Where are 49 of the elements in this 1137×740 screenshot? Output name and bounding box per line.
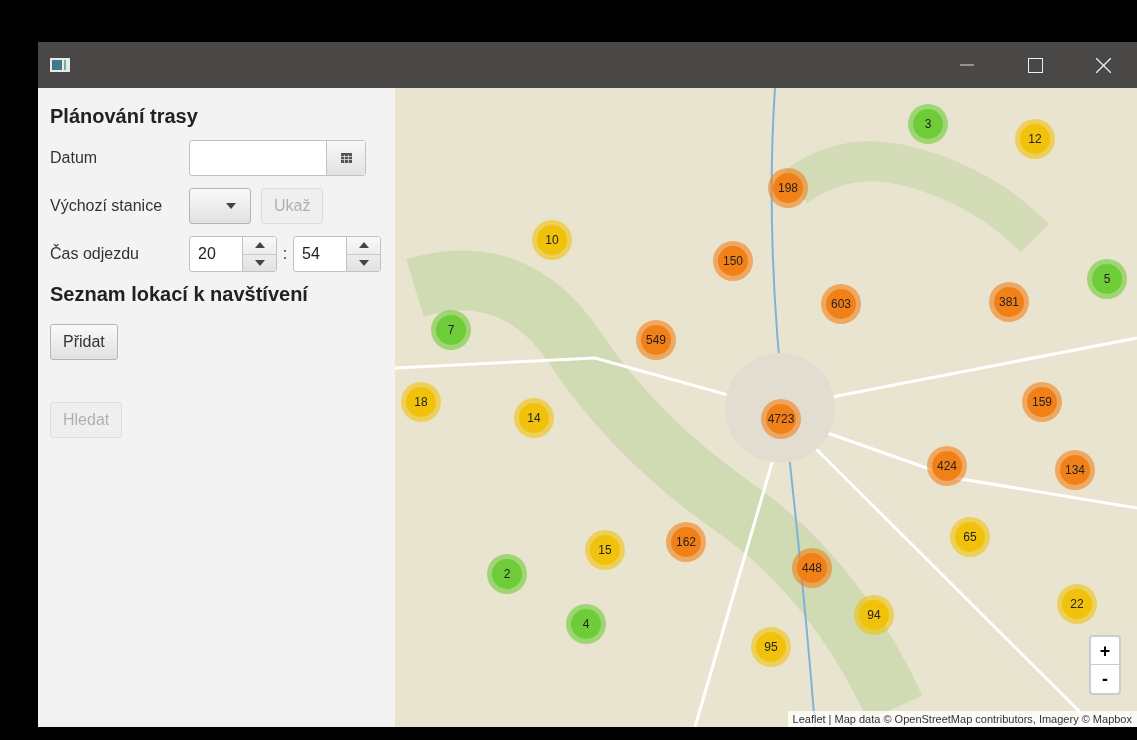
cluster-marker[interactable]: 159	[1022, 382, 1062, 422]
zoom-out-button[interactable]: -	[1091, 665, 1119, 693]
down-arrow-icon[interactable]	[254, 259, 265, 266]
cluster-marker[interactable]: 7	[431, 310, 471, 350]
station-label: Výchozí stanice	[50, 196, 164, 216]
map-view[interactable]: 3 12 198 10 150 5 603 381 7 549 18 14 159 4723 424 134 65 15 162 2 448 94 22 4 95 + - Leaflet | Map data © OpenStreetMap contributors, Imagery © Mapbox	[395, 88, 1137, 727]
cluster-marker[interactable]: 198	[768, 168, 808, 208]
cluster-marker[interactable]: 162	[666, 522, 706, 562]
cluster-marker[interactable]: 95	[751, 627, 791, 667]
cluster-marker[interactable]: 12	[1015, 119, 1055, 159]
time-separator: :	[281, 244, 289, 264]
cluster-marker[interactable]: 14	[514, 398, 554, 438]
up-arrow-icon[interactable]	[358, 242, 369, 249]
cluster-marker[interactable]: 22	[1057, 584, 1097, 624]
cluster-marker[interactable]: 134	[1055, 450, 1095, 490]
caret-icon	[226, 203, 236, 209]
cluster-marker[interactable]: 381	[989, 282, 1029, 322]
app-icon	[50, 58, 70, 72]
cluster-marker[interactable]: 94	[854, 595, 894, 635]
down-arrow-icon[interactable]	[358, 259, 369, 266]
calendar-icon[interactable]	[340, 153, 352, 163]
departure-label: Čas odjezdu	[50, 243, 140, 264]
zoom-in-button[interactable]: +	[1091, 637, 1119, 665]
cluster-marker[interactable]: 18	[401, 382, 441, 422]
cluster-marker[interactable]: 4	[566, 604, 606, 644]
cluster-marker[interactable]: 150	[713, 241, 753, 281]
cluster-marker[interactable]: 448	[792, 548, 832, 588]
cluster-marker[interactable]: 549	[636, 320, 676, 360]
cluster-marker[interactable]: 15	[585, 530, 625, 570]
station-dropdown[interactable]	[189, 188, 251, 224]
cluster-marker[interactable]: 603	[821, 284, 861, 324]
panel-title: Plánování trasy	[50, 104, 199, 128]
cluster-marker[interactable]: 3	[908, 104, 948, 144]
cluster-marker[interactable]: 5	[1087, 259, 1127, 299]
hour-spinner[interactable]: 20	[189, 236, 277, 272]
cluster-marker[interactable]: 424	[927, 446, 967, 486]
locations-title: Seznam lokací k navštívení	[50, 282, 310, 306]
minimize-icon	[960, 64, 974, 66]
close-icon	[1095, 57, 1111, 73]
minute-spinner[interactable]: 54	[293, 236, 381, 272]
map-attribution: Leaflet | Map data © OpenStreetMap contributors, Imagery © Mapbox	[787, 710, 1137, 727]
cluster-marker[interactable]: 10	[532, 220, 572, 260]
maximize-icon	[1027, 57, 1043, 73]
cluster-marker[interactable]: 2	[487, 554, 527, 594]
date-label: Datum	[50, 148, 99, 168]
cluster-marker[interactable]: 65	[950, 517, 990, 557]
add-button[interactable]: Přidat	[50, 324, 118, 360]
cluster-marker[interactable]: 4723	[761, 399, 801, 439]
up-arrow-icon[interactable]	[254, 242, 265, 249]
